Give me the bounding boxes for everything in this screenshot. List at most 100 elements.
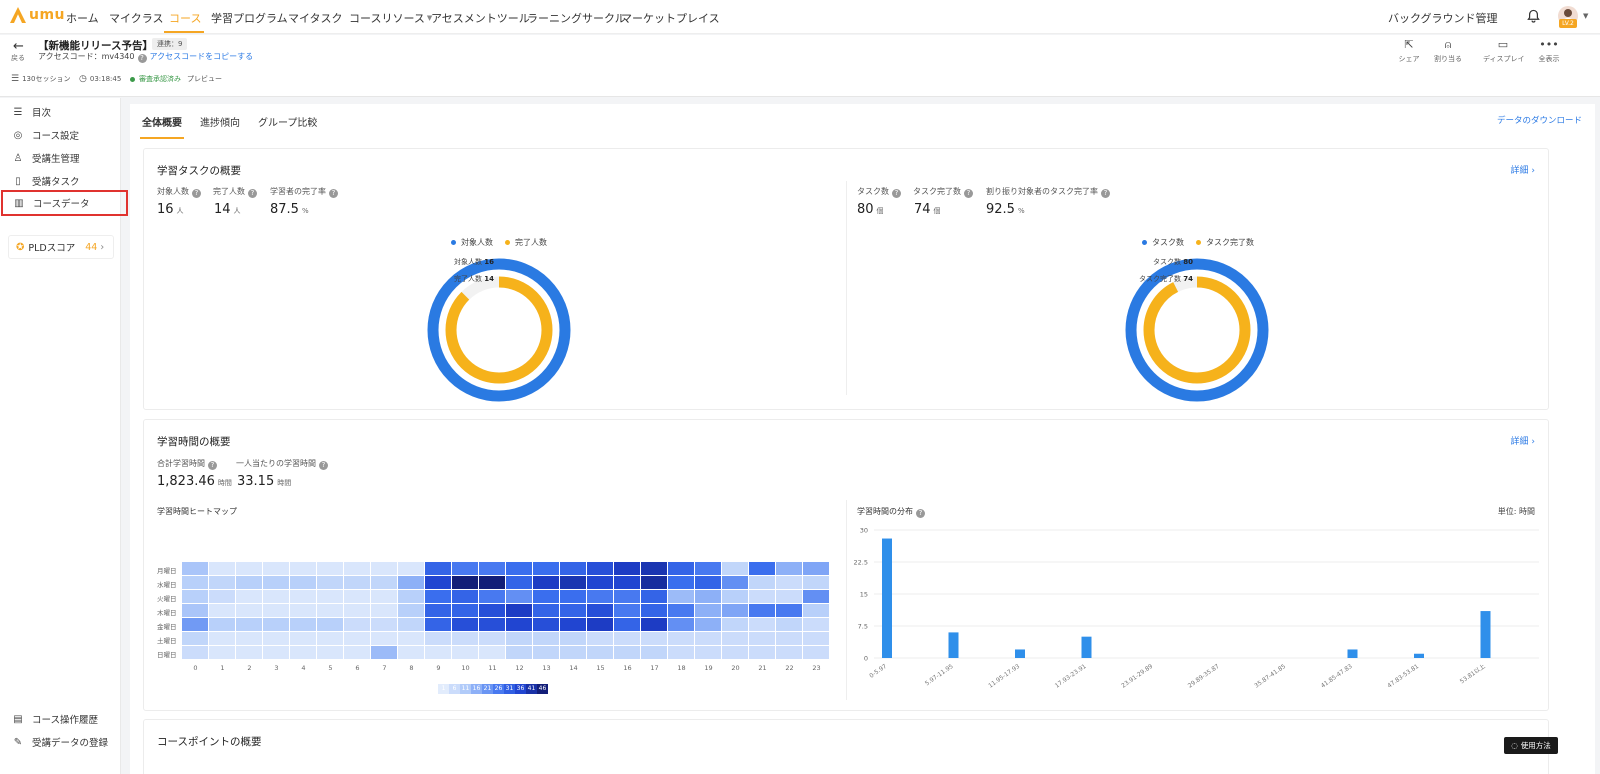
heatmap-cell[interactable]: [722, 632, 748, 645]
heatmap-cell[interactable]: [425, 562, 451, 575]
heatmap-cell[interactable]: [803, 576, 829, 589]
heatmap-cell[interactable]: [290, 646, 316, 659]
heatmap-cell[interactable]: [776, 590, 802, 603]
heatmap-cell[interactable]: [722, 618, 748, 631]
heatmap-cell[interactable]: [641, 590, 667, 603]
heatmap-cell[interactable]: [398, 646, 424, 659]
help-button[interactable]: ◌ 使用方法: [1504, 737, 1558, 754]
heatmap-cell[interactable]: [452, 562, 478, 575]
tab-progress-trend[interactable]: 進捗傾向: [198, 112, 242, 139]
heatmap-cell[interactable]: [236, 604, 262, 617]
help-icon[interactable]: ?: [329, 188, 338, 198]
heatmap-cell[interactable]: [371, 632, 397, 645]
heatmap-cell[interactable]: [533, 632, 559, 645]
heatmap-cell[interactable]: [182, 618, 208, 631]
nav-my-task[interactable]: マイタスク: [288, 10, 343, 26]
heatmap-cell[interactable]: [452, 604, 478, 617]
tab-overview[interactable]: 全体概要: [140, 112, 184, 139]
heatmap-cell[interactable]: [263, 618, 289, 631]
heatmap-cell[interactable]: [506, 590, 532, 603]
heatmap-cell[interactable]: [371, 618, 397, 631]
heatmap-cell[interactable]: [722, 562, 748, 575]
heatmap-cell[interactable]: [641, 632, 667, 645]
back-label[interactable]: 戻る: [11, 53, 25, 63]
heatmap-cell[interactable]: [641, 618, 667, 631]
heatmap-cell[interactable]: [263, 590, 289, 603]
sidebar-item-toc[interactable]: ☰ 目次: [0, 101, 121, 123]
heatmap-cell[interactable]: [290, 576, 316, 589]
heatmap-cell[interactable]: [452, 590, 478, 603]
heatmap-cell[interactable]: [560, 604, 586, 617]
nav-assessment-tools[interactable]: アセスメントツール: [431, 10, 530, 26]
heatmap-cell[interactable]: [344, 576, 370, 589]
heatmap-cell[interactable]: [695, 576, 721, 589]
heatmap-cell[interactable]: [695, 632, 721, 645]
nav-my-class[interactable]: マイクラス: [109, 10, 164, 26]
heatmap-cell[interactable]: [533, 576, 559, 589]
help-icon[interactable]: ?: [916, 508, 925, 518]
heatmap-cell[interactable]: [344, 590, 370, 603]
heatmap-cell[interactable]: [776, 646, 802, 659]
heatmap-cell[interactable]: [236, 618, 262, 631]
heatmap-cell[interactable]: [452, 646, 478, 659]
heatmap-cell[interactable]: [695, 618, 721, 631]
heatmap-cell[interactable]: [614, 576, 640, 589]
heatmap-cell[interactable]: [317, 632, 343, 645]
preview-link[interactable]: プレビュー: [187, 74, 222, 84]
heatmap-cell[interactable]: [641, 646, 667, 659]
heatmap-cell[interactable]: [776, 618, 802, 631]
heatmap-cell[interactable]: [749, 646, 775, 659]
heatmap-cell[interactable]: [803, 604, 829, 617]
heatmap-cell[interactable]: [344, 604, 370, 617]
download-data-link[interactable]: データのダウンロード: [1497, 114, 1582, 126]
legend-label[interactable]: タスク完了数: [1206, 237, 1254, 248]
heatmap-cell[interactable]: [695, 562, 721, 575]
heatmap-cell[interactable]: [776, 632, 802, 645]
heatmap-cell[interactable]: [560, 576, 586, 589]
heatmap-cell[interactable]: [560, 618, 586, 631]
heatmap-cell[interactable]: [695, 646, 721, 659]
heatmap-cell[interactable]: [506, 576, 532, 589]
heatmap-cell[interactable]: [263, 632, 289, 645]
heatmap-cell[interactable]: [560, 590, 586, 603]
heatmap-cell[interactable]: [371, 562, 397, 575]
heatmap-cell[interactable]: [533, 562, 559, 575]
assign-button[interactable]: ⍝ 割り当る: [1428, 38, 1468, 64]
help-icon[interactable]: ?: [1101, 188, 1110, 198]
heatmap-cell[interactable]: [587, 646, 613, 659]
heatmap-cell[interactable]: [371, 590, 397, 603]
tab-group-compare[interactable]: グループ比較: [256, 112, 319, 139]
heatmap-cell[interactable]: [533, 604, 559, 617]
heatmap-cell[interactable]: [236, 632, 262, 645]
heatmap-cell[interactable]: [803, 590, 829, 603]
heatmap-cell[interactable]: [236, 590, 262, 603]
show-all-button[interactable]: ••• 全表示: [1529, 38, 1569, 64]
heatmap-cell[interactable]: [398, 562, 424, 575]
heatmap-cell[interactable]: [344, 562, 370, 575]
heatmap-cell[interactable]: [614, 618, 640, 631]
heatmap-cell[interactable]: [317, 618, 343, 631]
heatmap-cell[interactable]: [668, 576, 694, 589]
heatmap-cell[interactable]: [263, 576, 289, 589]
heatmap-cell[interactable]: [506, 562, 532, 575]
heatmap-cell[interactable]: [506, 646, 532, 659]
heatmap-cell[interactable]: [668, 618, 694, 631]
nav-home[interactable]: ホーム: [66, 10, 99, 26]
time-detail-link[interactable]: 詳細 ›: [1511, 434, 1536, 447]
heatmap-cell[interactable]: [506, 618, 532, 631]
heatmap-cell[interactable]: [803, 618, 829, 631]
heatmap-cell[interactable]: [776, 562, 802, 575]
nav-course[interactable]: コース: [169, 10, 201, 26]
heatmap-cell[interactable]: [587, 590, 613, 603]
nav-course-resources[interactable]: コースリソース ▼: [349, 10, 432, 26]
heatmap-cell[interactable]: [668, 632, 694, 645]
heatmap-cell[interactable]: [236, 646, 262, 659]
heatmap-cell[interactable]: [479, 646, 505, 659]
heatmap-cell[interactable]: [452, 618, 478, 631]
heatmap-cell[interactable]: [209, 646, 235, 659]
heatmap-cell[interactable]: [344, 646, 370, 659]
sidebar-item-learner-tasks[interactable]: ▯ 受講タスク: [0, 170, 121, 192]
sidebar-item-learner-data-import[interactable]: ✎ 受講データの登録: [0, 731, 121, 753]
umu-logo[interactable]: umu: [10, 7, 65, 23]
heatmap-cell[interactable]: [263, 646, 289, 659]
